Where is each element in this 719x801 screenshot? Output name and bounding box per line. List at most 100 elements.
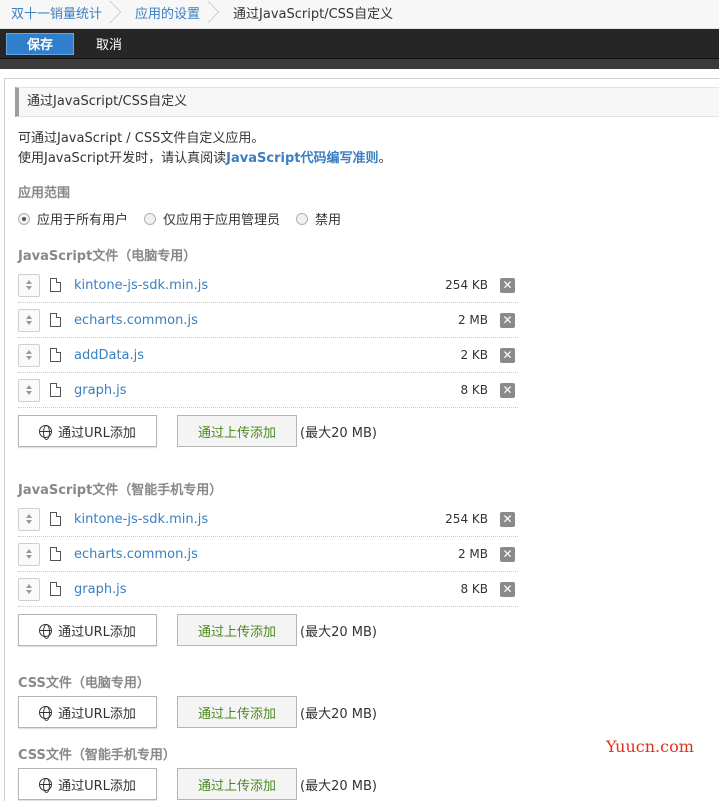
file-icon (50, 313, 61, 327)
scope-option-label: 禁用 (315, 213, 342, 228)
toolbar-shadow (0, 59, 719, 69)
breadcrumb-current: 通过JavaScript/CSS自定义 (222, 0, 415, 29)
file-icon (50, 547, 61, 561)
scope-title: 应用范围 (18, 186, 71, 201)
breadcrumb-current-label: 通过JavaScript/CSS自定义 (233, 6, 394, 22)
file-row: echarts.common.js 2 MB ✕ (18, 537, 518, 572)
save-button[interactable]: 保存 (6, 32, 74, 55)
cancel-button[interactable]: 取消 (96, 34, 122, 53)
sort-handle-icon[interactable] (18, 577, 40, 601)
add-by-upload-button[interactable]: 通过上传添加 (177, 614, 297, 646)
intro-text: 可通过JavaScript / CSS文件自定义应用。 使用JavaScript… (18, 129, 719, 169)
radio-selected-icon[interactable] (18, 212, 30, 225)
sort-handle-icon[interactable] (18, 343, 40, 367)
file-name-link[interactable]: echarts.common.js (74, 313, 198, 328)
sort-handle-icon[interactable] (18, 542, 40, 566)
delete-icon[interactable]: ✕ (500, 581, 515, 597)
intro-line-1: 可通过JavaScript / CSS文件自定义应用。 (18, 131, 265, 146)
delete-icon[interactable]: ✕ (500, 511, 515, 527)
scope-option-admins[interactable]: 仅应用于应用管理员 (144, 209, 280, 228)
sort-handle-icon[interactable] (18, 378, 40, 402)
js-pc-title: JavaScript文件（电脑专用） (18, 249, 197, 264)
scope-option-disabled[interactable]: 禁用 (296, 209, 341, 228)
settings-panel: 通过JavaScript/CSS自定义 可通过JavaScript / CSS文… (4, 78, 719, 801)
intro-line-2-prefix: 使用JavaScript开发时，请认真阅读 (18, 151, 227, 166)
max-size-note: (最大20 MB) (300, 425, 377, 441)
file-row: addData.js 2 KB ✕ (18, 338, 518, 373)
file-size: 2 MB (457, 313, 488, 327)
js-pc-file-list: kintone-js-sdk.min.js 254 KB ✕ echarts.c… (18, 268, 518, 408)
breadcrumb-app-settings[interactable]: 应用的设置 (124, 0, 222, 29)
toolbar: 保存 取消 (0, 29, 719, 59)
file-size: 8 KB (460, 383, 488, 397)
radio-icon[interactable] (144, 212, 157, 225)
file-icon (50, 512, 61, 526)
file-icon (50, 582, 61, 596)
scope-option-all-users[interactable]: 应用于所有用户 (18, 209, 128, 228)
intro-line-2: 使用JavaScript开发时，请认真阅读JavaScript代码编写准则。 (18, 149, 719, 169)
file-row: kintone-js-sdk.min.js 254 KB ✕ (18, 268, 518, 303)
file-name-link[interactable]: addData.js (74, 348, 144, 363)
js-mobile-title: JavaScript文件（智能手机专用） (18, 483, 223, 498)
js-pc-add-row: 通过URL添加 通过上传添加 (最大20 MB) (18, 415, 719, 447)
add-by-upload-button[interactable]: 通过上传添加 (177, 696, 297, 728)
file-name-link[interactable]: kintone-js-sdk.min.js (74, 278, 208, 293)
delete-icon[interactable]: ✕ (500, 277, 515, 293)
file-icon (50, 383, 61, 397)
css-pc-title: CSS文件（电脑专用） (18, 676, 150, 691)
add-by-upload-button[interactable]: 通过上传添加 (177, 415, 297, 447)
globe-icon (39, 424, 53, 440)
add-by-upload-button[interactable]: 通过上传添加 (177, 768, 297, 800)
file-row: echarts.common.js 2 MB ✕ (18, 303, 518, 338)
file-size: 254 KB (445, 512, 488, 526)
breadcrumb: 双十一销量统计 应用的设置 通过JavaScript/CSS自定义 (0, 0, 719, 29)
sort-handle-icon[interactable] (18, 308, 40, 332)
add-by-url-button[interactable]: 通过URL添加 (18, 415, 157, 447)
delete-icon[interactable]: ✕ (500, 546, 515, 562)
add-by-url-label: 通过URL添加 (58, 624, 136, 640)
sort-handle-icon[interactable] (18, 273, 40, 297)
file-row: graph.js 8 KB ✕ (18, 572, 518, 607)
file-row: graph.js 8 KB ✕ (18, 373, 518, 408)
add-by-url-label: 通过URL添加 (58, 425, 136, 441)
file-name-link[interactable]: graph.js (74, 383, 127, 398)
add-by-url-label: 通过URL添加 (58, 706, 136, 722)
max-size-note: (最大20 MB) (300, 624, 377, 640)
add-by-url-button[interactable]: 通过URL添加 (18, 614, 157, 646)
breadcrumb-settings-label: 应用的设置 (135, 6, 201, 22)
file-name-link[interactable]: kintone-js-sdk.min.js (74, 512, 208, 527)
breadcrumb-app[interactable]: 双十一销量统计 (0, 0, 124, 29)
file-name-link[interactable]: echarts.common.js (74, 547, 198, 562)
file-row: kintone-js-sdk.min.js 254 KB ✕ (18, 502, 518, 537)
file-size: 254 KB (445, 278, 488, 292)
delete-icon[interactable]: ✕ (500, 312, 515, 328)
delete-icon[interactable]: ✕ (500, 347, 515, 363)
js-mobile-file-list: kintone-js-sdk.min.js 254 KB ✕ echarts.c… (18, 502, 518, 607)
max-size-note: (最大20 MB) (300, 706, 377, 722)
file-icon (50, 278, 61, 292)
file-name-link[interactable]: graph.js (74, 582, 127, 597)
add-by-url-button[interactable]: 通过URL添加 (18, 768, 157, 800)
watermark: Yuucn.com (606, 737, 694, 756)
sort-handle-icon[interactable] (18, 507, 40, 531)
file-size: 8 KB (460, 582, 488, 596)
max-size-note: (最大20 MB) (300, 778, 377, 794)
guidelines-link[interactable]: JavaScript代码编写准则 (226, 151, 378, 166)
file-size: 2 KB (460, 348, 488, 362)
globe-icon (39, 705, 53, 721)
chevron-right-icon (108, 0, 120, 29)
breadcrumb-app-label: 双十一销量统计 (11, 6, 103, 22)
chevron-right-icon (206, 0, 218, 29)
css-mobile-add-row: 通过URL添加 通过上传添加 (最大20 MB) (18, 768, 719, 800)
scope-option-label: 仅应用于应用管理员 (163, 213, 281, 228)
section-title: 通过JavaScript/CSS自定义 (15, 87, 719, 117)
radio-icon[interactable] (296, 212, 309, 225)
intro-line-2-suffix: 。 (378, 151, 392, 166)
add-by-url-button[interactable]: 通过URL添加 (18, 696, 157, 728)
scope-option-label: 应用于所有用户 (37, 213, 129, 228)
scope-radio-group: 应用于所有用户 仅应用于应用管理员 禁用 (18, 209, 719, 228)
add-by-url-label: 通过URL添加 (58, 778, 136, 794)
file-icon (50, 348, 61, 362)
delete-icon[interactable]: ✕ (500, 382, 515, 398)
globe-icon (39, 777, 53, 793)
